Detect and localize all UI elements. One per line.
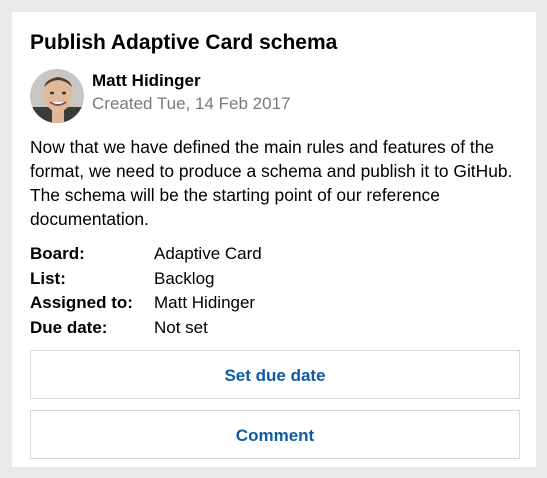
set-due-date-button[interactable]: Set due date bbox=[30, 350, 520, 399]
avatar-photo bbox=[30, 69, 84, 123]
author-row: Matt Hidinger Created Tue, 14 Feb 2017 bbox=[30, 69, 518, 123]
created-date: Created Tue, 14 Feb 2017 bbox=[92, 94, 291, 113]
fact-key: Assigned to: bbox=[30, 293, 133, 312]
fact-row-board: Board: Adaptive Card bbox=[30, 242, 262, 267]
fact-value: Matt Hidinger bbox=[154, 293, 256, 312]
fact-key: Board: bbox=[30, 244, 85, 263]
fact-row-assigned-to: Assigned to: Matt Hidinger bbox=[30, 291, 262, 316]
author-meta: Matt Hidinger Created Tue, 14 Feb 2017 bbox=[92, 70, 290, 115]
fact-row-list: List: Backlog bbox=[30, 267, 262, 292]
card-title: Publish Adaptive Card schema bbox=[30, 31, 338, 54]
person-avatar-icon bbox=[30, 69, 84, 123]
card-description: Now that we have defined the main rules … bbox=[30, 137, 513, 229]
comment-button[interactable]: Comment bbox=[30, 410, 520, 459]
fact-row-due-date: Due date: Not set bbox=[30, 316, 262, 341]
fact-value: Backlog bbox=[154, 268, 215, 288]
fact-key: Due date: bbox=[30, 317, 108, 337]
adaptive-card: Publish Adaptive Card schema Matt Hiding… bbox=[12, 12, 536, 467]
fact-set: Board: Adaptive Card List: Backlog Assig… bbox=[30, 242, 262, 340]
fact-key: List: bbox=[30, 268, 66, 288]
fact-value: Adaptive Card bbox=[154, 244, 262, 263]
author-name: Matt Hidinger bbox=[92, 71, 201, 90]
fact-value: Not set bbox=[154, 317, 208, 337]
